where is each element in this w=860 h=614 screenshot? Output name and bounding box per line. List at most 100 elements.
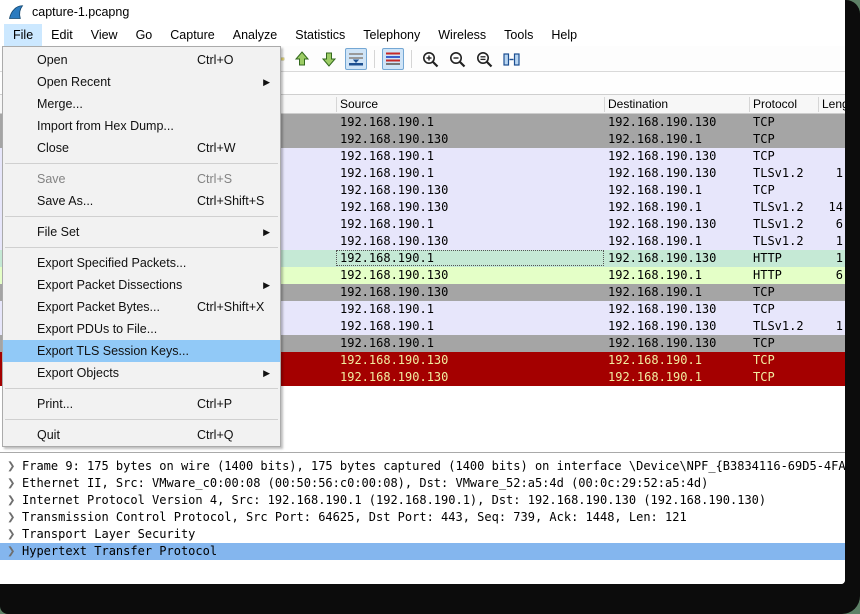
menubar-item-tools[interactable]: Tools bbox=[495, 24, 542, 46]
menu-item-label: Export Specified Packets... bbox=[37, 256, 186, 270]
protocol-cell: TCP bbox=[753, 131, 775, 148]
go-first-packet-icon[interactable] bbox=[291, 48, 313, 70]
menu-item-print[interactable]: Print...Ctrl+P bbox=[3, 393, 280, 415]
menu-item-export-packet-bytes[interactable]: Export Packet Bytes... Ctrl+Shift+X bbox=[3, 296, 280, 318]
menu-separator bbox=[3, 243, 280, 252]
menubar-item-go[interactable]: Go bbox=[127, 24, 162, 46]
menu-item-export-tls-session-keys[interactable]: Export TLS Session Keys... bbox=[3, 340, 280, 362]
source-cell: 192.168.190.130 bbox=[340, 131, 448, 148]
menu-item-export-objects[interactable]: Export Objects ▶ bbox=[3, 362, 280, 384]
zoom-in-icon[interactable] bbox=[419, 48, 441, 70]
detail-tree-row[interactable]: ❯Hypertext Transfer Protocol bbox=[0, 543, 845, 560]
resize-columns-icon[interactable] bbox=[500, 48, 522, 70]
source-cell: 192.168.190.1 bbox=[340, 216, 434, 233]
destination-cell: 192.168.190.130 bbox=[608, 148, 716, 165]
expand-chevron-icon[interactable]: ❯ bbox=[7, 475, 15, 492]
menu-item-export-specified-packets[interactable]: Export Specified Packets... bbox=[3, 252, 280, 274]
destination-cell: 192.168.190.1 bbox=[608, 233, 702, 250]
column-header-source[interactable]: Source bbox=[340, 95, 378, 114]
column-divider[interactable] bbox=[336, 97, 337, 112]
menubar-item-statistics[interactable]: Statistics bbox=[286, 24, 354, 46]
detail-row-label: Frame 9: 175 bytes on wire (1400 bits), … bbox=[22, 459, 845, 473]
submenu-arrow-icon: ▶ bbox=[263, 362, 270, 384]
menu-item-label: Open Recent bbox=[37, 75, 111, 89]
menu-item-merge[interactable]: Merge... bbox=[3, 93, 280, 115]
menubar-item-help[interactable]: Help bbox=[542, 24, 586, 46]
menu-item-save-as[interactable]: Save As...Ctrl+Shift+S bbox=[3, 190, 280, 212]
menu-item-shortcut: Ctrl+P bbox=[197, 393, 232, 415]
column-divider[interactable] bbox=[749, 97, 750, 112]
menu-item-label: Export Packet Dissections bbox=[37, 278, 182, 292]
detail-tree-row[interactable]: ❯ Ethernet II, Src: VMware_c0:00:08 (00:5… bbox=[0, 475, 845, 492]
column-divider[interactable] bbox=[604, 97, 605, 112]
source-cell: 192.168.190.130 bbox=[340, 182, 448, 199]
menu-item-label: Export Packet Bytes... bbox=[37, 300, 160, 314]
length-cell: 6 bbox=[770, 216, 843, 233]
menu-item-shortcut: Ctrl+Shift+X bbox=[197, 296, 264, 318]
menu-item-quit[interactable]: Quit Ctrl+Q bbox=[3, 424, 280, 446]
menu-item-open-recent[interactable]: Open Recent ▶ bbox=[3, 71, 280, 93]
column-divider[interactable] bbox=[818, 97, 819, 112]
screenshot-stage: capture-1.pcapng FileEditViewGoCaptureAn… bbox=[0, 0, 860, 614]
destination-cell: 192.168.190.130 bbox=[608, 216, 716, 233]
menu-item-label: Export PDUs to File... bbox=[37, 322, 157, 336]
detail-tree-row[interactable]: ❯ Transport Layer Security bbox=[0, 526, 845, 543]
zoom-out-icon[interactable] bbox=[446, 48, 468, 70]
expand-chevron-icon[interactable]: ❯ bbox=[7, 458, 15, 475]
menubar-item-capture[interactable]: Capture bbox=[161, 24, 223, 46]
menu-item-file-set[interactable]: File Set▶ bbox=[3, 221, 280, 243]
source-cell: 192.168.190.130 bbox=[340, 233, 448, 250]
source-cell: 192.168.190.130 bbox=[340, 284, 448, 301]
menubar-item-view[interactable]: View bbox=[82, 24, 127, 46]
expand-chevron-icon[interactable]: ❯ bbox=[7, 526, 15, 543]
normal-size-icon[interactable] bbox=[473, 48, 495, 70]
menu-item-label: Quit bbox=[37, 428, 60, 442]
destination-cell: 192.168.190.130 bbox=[608, 250, 716, 267]
menubar-item-analyze[interactable]: Analyze bbox=[224, 24, 286, 46]
detail-tree-row[interactable]: ❯Transmission Control Protocol, Src Port… bbox=[0, 509, 845, 526]
column-header-protocol[interactable]: Protocol bbox=[753, 95, 797, 114]
menu-item-save[interactable]: SaveCtrl+S bbox=[3, 168, 280, 190]
menu-item-export-pdus-to-file[interactable]: Export PDUs to File... bbox=[3, 318, 280, 340]
source-cell: 192.168.190.1 bbox=[340, 114, 434, 131]
protocol-cell: TCP bbox=[753, 148, 775, 165]
menubar-item-file[interactable]: File bbox=[4, 24, 42, 46]
detail-tree-row[interactable]: ❯Internet Protocol Version 4, Src: 192.1… bbox=[0, 492, 845, 509]
column-header-destination[interactable]: Destination bbox=[608, 95, 668, 114]
menu-item-shortcut: Ctrl+Q bbox=[197, 424, 233, 446]
detail-tree-row[interactable]: ❯ Frame 9: 175 bytes on wire (1400 bits),… bbox=[0, 458, 845, 475]
source-cell: 192.168.190.1 bbox=[340, 335, 434, 352]
length-cell: 1 bbox=[770, 165, 843, 182]
destination-cell: 192.168.190.1 bbox=[608, 352, 702, 369]
menubar-item-wireless[interactable]: Wireless bbox=[429, 24, 495, 46]
submenu-arrow-icon: ▶ bbox=[263, 71, 270, 93]
packet-detail-pane: ❯ Frame 9: 175 bytes on wire (1400 bits),… bbox=[0, 452, 845, 584]
menu-item-import-from-hex-dump[interactable]: Import from Hex Dump... bbox=[3, 115, 280, 137]
expand-chevron-icon[interactable]: ❯ bbox=[7, 509, 15, 526]
expand-chevron-icon[interactable]: ❯ bbox=[7, 543, 15, 560]
detail-row-label: Ethernet II, Src: VMware_c0:00:08 (00:50… bbox=[22, 476, 708, 490]
menu-item-close[interactable]: CloseCtrl+W bbox=[3, 137, 280, 159]
auto-scroll-icon[interactable] bbox=[345, 48, 367, 70]
menu-item-label: Export Objects bbox=[37, 366, 119, 380]
destination-cell: 192.168.190.130 bbox=[608, 301, 716, 318]
menu-item-shortcut: Ctrl+W bbox=[197, 137, 236, 159]
destination-cell: 192.168.190.1 bbox=[608, 199, 702, 216]
menu-item-open[interactable]: OpenCtrl+O bbox=[3, 49, 280, 71]
destination-cell: 192.168.190.130 bbox=[608, 114, 716, 131]
detail-row-label: Transport Layer Security bbox=[22, 527, 195, 541]
menubar-item-edit[interactable]: Edit bbox=[42, 24, 82, 46]
colorize-icon[interactable] bbox=[382, 48, 404, 70]
column-header-length[interactable]: Length bbox=[822, 95, 845, 114]
length-cell: 14 bbox=[770, 199, 843, 216]
destination-cell: 192.168.190.1 bbox=[608, 267, 702, 284]
menubar-item-telephony[interactable]: Telephony bbox=[354, 24, 429, 46]
menu-item-label: Save As... bbox=[37, 194, 93, 208]
source-cell: 192.168.190.1 bbox=[340, 301, 434, 318]
destination-cell: 192.168.190.130 bbox=[608, 335, 716, 352]
menu-item-export-packet-dissections[interactable]: Export Packet Dissections▶ bbox=[3, 274, 280, 296]
expand-chevron-icon[interactable]: ❯ bbox=[7, 492, 15, 509]
go-last-packet-icon[interactable] bbox=[318, 48, 340, 70]
source-cell: 192.168.190.130 bbox=[340, 352, 448, 369]
destination-cell: 192.168.190.130 bbox=[608, 165, 716, 182]
